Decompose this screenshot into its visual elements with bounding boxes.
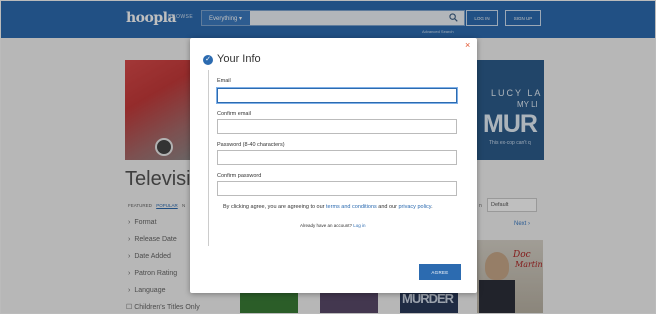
agreement-prefix: By clicking agree, you are agreeing to o… (223, 204, 327, 210)
login-link[interactable]: Log in (353, 223, 365, 228)
divider (208, 70, 209, 246)
dialog-title: Your Info (217, 53, 261, 65)
password-field[interactable] (217, 150, 457, 165)
confirm-email-field[interactable] (217, 119, 457, 134)
account-prompt: Already have an account? Log in (300, 223, 366, 228)
close-icon[interactable]: × (465, 41, 470, 50)
email-field[interactable] (217, 88, 457, 103)
agreement-text: By clicking agree, you are agreeing to o… (223, 204, 433, 210)
password-label: Password (8-40 characters) (217, 142, 285, 148)
account-prompt-text: Already have an account? (300, 223, 354, 228)
check-circle-icon: ✓ (203, 55, 213, 65)
privacy-policy-link[interactable]: privacy policy (399, 204, 432, 210)
agreement-middle: and our (376, 204, 399, 210)
terms-and-conditions-link[interactable]: terms and conditions (326, 204, 377, 210)
confirm-password-field[interactable] (217, 181, 457, 196)
agreement-suffix: . (431, 204, 433, 210)
agree-button[interactable]: AGREE (419, 264, 461, 280)
confirm-password-label: Confirm password (217, 173, 262, 179)
email-label: Email (217, 78, 231, 84)
confirm-email-label: Confirm email (217, 111, 251, 117)
your-info-dialog: × ✓ Your Info Email Confirm email Passwo… (190, 38, 477, 293)
